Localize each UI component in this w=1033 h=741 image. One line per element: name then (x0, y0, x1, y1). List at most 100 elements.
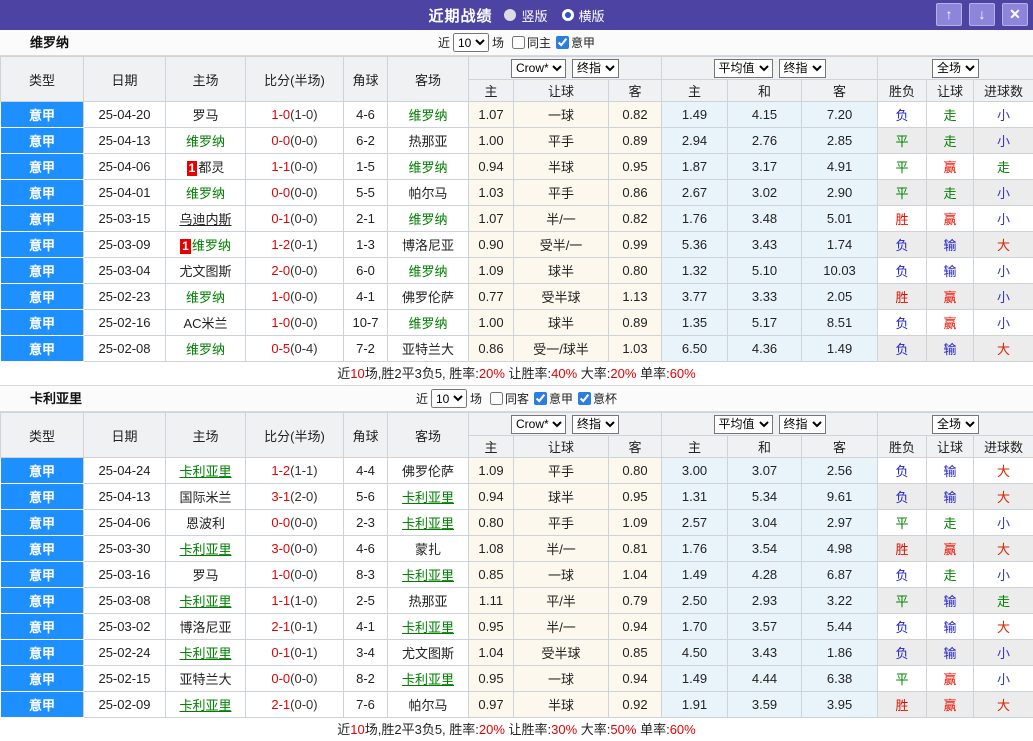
odds-home-cell: 0.95 (469, 666, 514, 692)
bookmaker-select[interactable]: Crow* (511, 59, 566, 78)
avg-draw-cell: 3.59 (728, 692, 802, 718)
odds-time-select[interactable]: 终指 (572, 415, 619, 434)
team-link[interactable]: 维罗纳 (186, 134, 225, 149)
col-date: 日期 (84, 413, 166, 458)
team-link[interactable]: 维罗纳 (186, 290, 225, 305)
corner-cell: 2-1 (344, 206, 388, 232)
handicap-cell: 球半 (514, 310, 609, 336)
result-goals-cell: 大 (974, 536, 1033, 562)
avg-home-cell: 4.50 (662, 640, 728, 666)
team-link: 佛罗伦萨 (402, 464, 454, 479)
result-goals-cell: 走 (974, 154, 1033, 180)
league-cell: 意甲 (1, 336, 84, 362)
odds-home-cell: 0.94 (469, 154, 514, 180)
avg-away-cell: 3.95 (802, 692, 878, 718)
team-link[interactable]: 维罗纳 (408, 212, 447, 227)
team-link[interactable]: 卡利亚里 (402, 490, 454, 505)
table-row: 意甲25-04-061都灵1-1(0-0)1-5维罗纳0.94半球0.951.8… (1, 154, 1033, 180)
summary-segment: 30% (551, 722, 577, 737)
average-select[interactable]: 平均值 (714, 59, 773, 78)
near-label: 近 (416, 390, 428, 407)
result-goals-cell: 小 (974, 640, 1033, 666)
team-link[interactable]: 卡利亚里 (179, 542, 231, 557)
result-handicap-cell: 输 (927, 336, 974, 362)
move-up-button[interactable]: ↑ (936, 3, 962, 26)
team-link[interactable]: 乌迪内斯 (179, 212, 231, 227)
corner-cell: 3-4 (344, 640, 388, 666)
score-cell: 3-0(0-0) (246, 536, 344, 562)
filter-option[interactable]: 同主 (512, 34, 551, 51)
filter-option[interactable]: 意甲 (534, 390, 573, 407)
team-link[interactable]: 维罗纳 (408, 108, 447, 123)
filter-checkbox[interactable] (578, 392, 591, 405)
avg-away-cell: 4.91 (802, 154, 878, 180)
team-link: 博洛尼亚 (402, 238, 454, 253)
fulltime-select[interactable]: 全场 (932, 415, 979, 434)
avg-away-cell: 9.61 (802, 484, 878, 510)
avg-time-select[interactable]: 终指 (779, 415, 826, 434)
home-team-cell: 博洛尼亚 (166, 614, 246, 640)
team-link[interactable]: 维罗纳 (408, 264, 447, 279)
handicap-cell: 受半球 (514, 284, 609, 310)
filter-checkbox[interactable] (556, 36, 569, 49)
team-link[interactable]: 卡利亚里 (402, 568, 454, 583)
filter-checkbox[interactable] (490, 392, 503, 405)
radio-vertical-layout[interactable]: 竖版 (504, 6, 547, 25)
date-cell: 25-02-09 (84, 692, 166, 718)
team-link[interactable]: 卡利亚里 (402, 672, 454, 687)
home-team-cell: 1都灵 (166, 154, 246, 180)
filter-checkbox[interactable] (534, 392, 547, 405)
result-handicap-cell: 输 (927, 588, 974, 614)
filter-checkbox[interactable] (512, 36, 525, 49)
col-result-handicap: 让球 (927, 436, 974, 458)
radio-horizontal-layout[interactable]: 横版 (562, 6, 605, 25)
col-result-wdl: 胜负 (878, 80, 927, 102)
home-team-cell: 亚特兰大 (166, 666, 246, 692)
league-cell: 意甲 (1, 154, 84, 180)
away-team-cell: 维罗纳 (388, 258, 469, 284)
summary-segment: 让胜率: (505, 366, 551, 381)
average-select[interactable]: 平均值 (714, 415, 773, 434)
avg-time-select[interactable]: 终指 (779, 59, 826, 78)
team-link[interactable]: 卡利亚里 (402, 516, 454, 531)
team-link[interactable]: 维罗纳 (408, 160, 447, 175)
corner-cell: 4-6 (344, 536, 388, 562)
score-cell: 0-0(0-0) (246, 510, 344, 536)
team-link[interactable]: 维罗纳 (408, 316, 447, 331)
result-wdl-cell: 平 (878, 180, 927, 206)
col-avg-home: 主 (662, 80, 728, 102)
filter-option[interactable]: 意甲 (556, 34, 595, 51)
col-corner: 角球 (344, 413, 388, 458)
summary-segment: 60% (670, 366, 696, 381)
odds-away-cell: 0.94 (609, 614, 662, 640)
col-result-handicap: 让球 (927, 80, 974, 102)
summary-segment: 10 (350, 722, 364, 737)
team-link[interactable]: 卡利亚里 (179, 698, 231, 713)
team-link[interactable]: 卡利亚里 (179, 646, 231, 661)
away-team-cell: 卡利亚里 (388, 484, 469, 510)
team-link[interactable]: 维罗纳 (186, 186, 225, 201)
filter-option[interactable]: 同客 (490, 390, 529, 407)
near-count-select[interactable]: 10 (453, 33, 489, 52)
odds-time-select[interactable]: 终指 (572, 59, 619, 78)
odds-away-cell: 0.82 (609, 206, 662, 232)
fulltime-select[interactable]: 全场 (932, 59, 979, 78)
move-down-button[interactable]: ↓ (969, 3, 995, 26)
close-button[interactable]: ✕ (1002, 3, 1028, 26)
away-team-cell: 博洛尼亚 (388, 232, 469, 258)
team-link[interactable]: 维罗纳 (186, 342, 225, 357)
col-type: 类型 (1, 413, 84, 458)
bookmaker-select[interactable]: Crow* (511, 415, 566, 434)
filter-option[interactable]: 意杯 (578, 390, 617, 407)
near-count-select[interactable]: 10 (431, 389, 467, 408)
league-cell: 意甲 (1, 588, 84, 614)
team-link[interactable]: 卡利亚里 (179, 594, 231, 609)
team-link[interactable]: 维罗纳 (192, 238, 231, 253)
team-link[interactable]: 卡利亚里 (179, 464, 231, 479)
avg-home-cell: 5.36 (662, 232, 728, 258)
col-avg-home: 主 (662, 436, 728, 458)
away-team-cell: 热那亚 (388, 588, 469, 614)
team-link[interactable]: 卡利亚里 (402, 620, 454, 635)
summary-line: 近10场,胜2平3负5, 胜率:20% 让胜率:40% 大率:20% 单率:60… (0, 362, 1033, 385)
home-team-cell: 维罗纳 (166, 180, 246, 206)
